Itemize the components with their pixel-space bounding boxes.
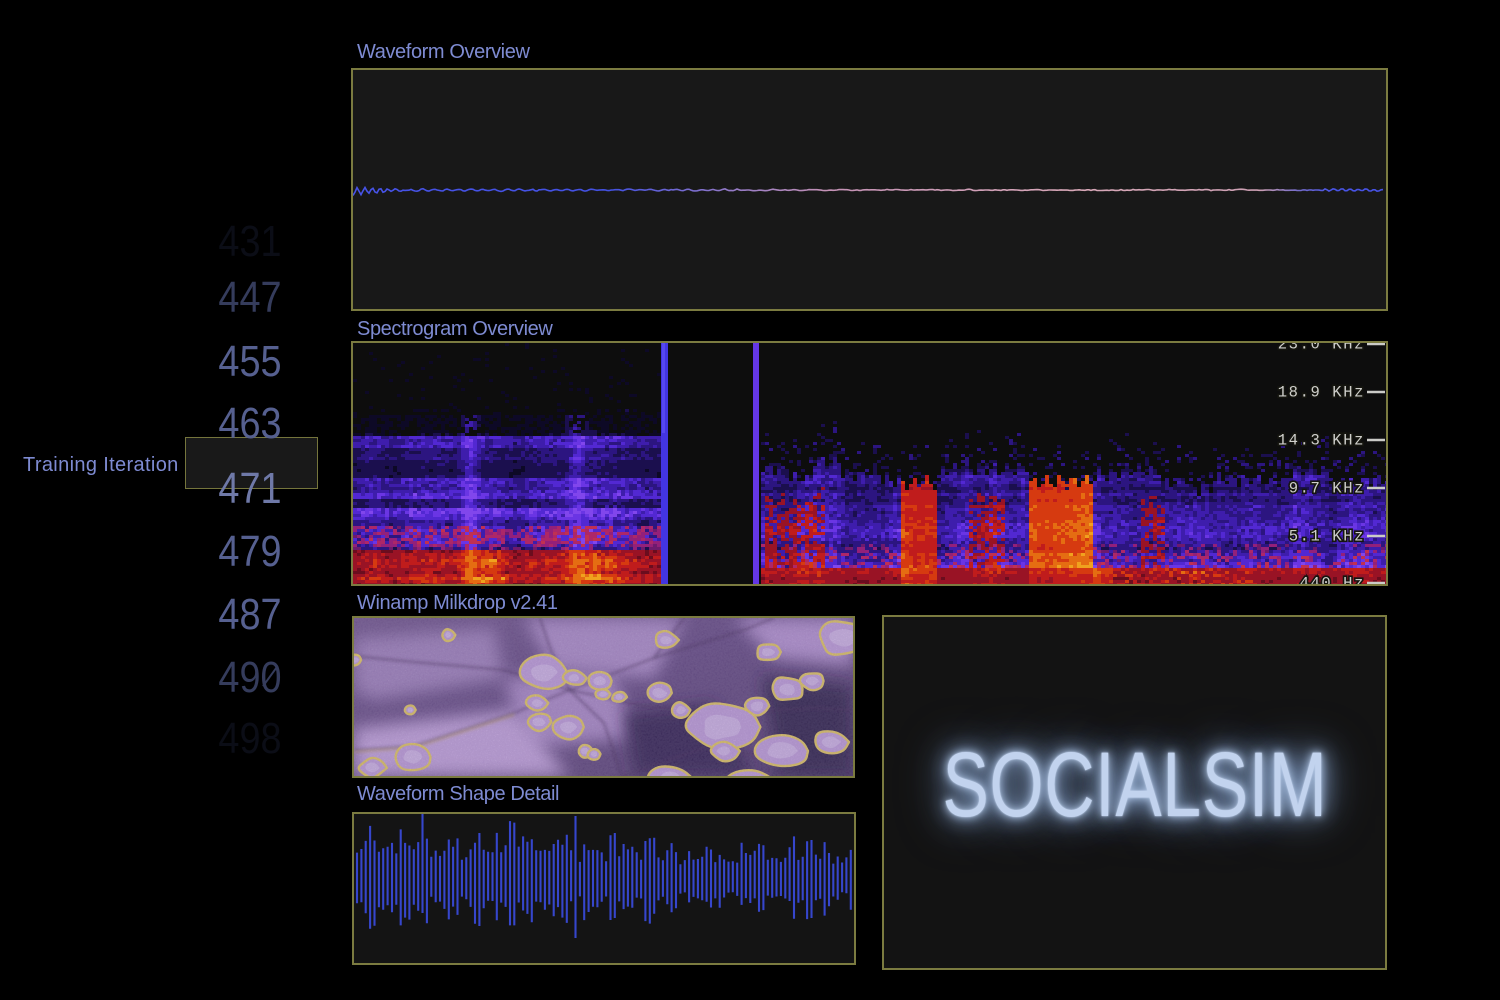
svg-text:23.0 KHz: 23.0 KHz xyxy=(1278,343,1365,354)
svg-text:14.3 KHz: 14.3 KHz xyxy=(1278,432,1365,450)
svg-text:440 Hz: 440 Hz xyxy=(1300,575,1365,585)
svg-text:9.7 KHz: 9.7 KHz xyxy=(1289,480,1365,498)
svg-text:18.9 KHz: 18.9 KHz xyxy=(1278,384,1365,402)
svg-text:5.1 KHz: 5.1 KHz xyxy=(1289,528,1365,546)
